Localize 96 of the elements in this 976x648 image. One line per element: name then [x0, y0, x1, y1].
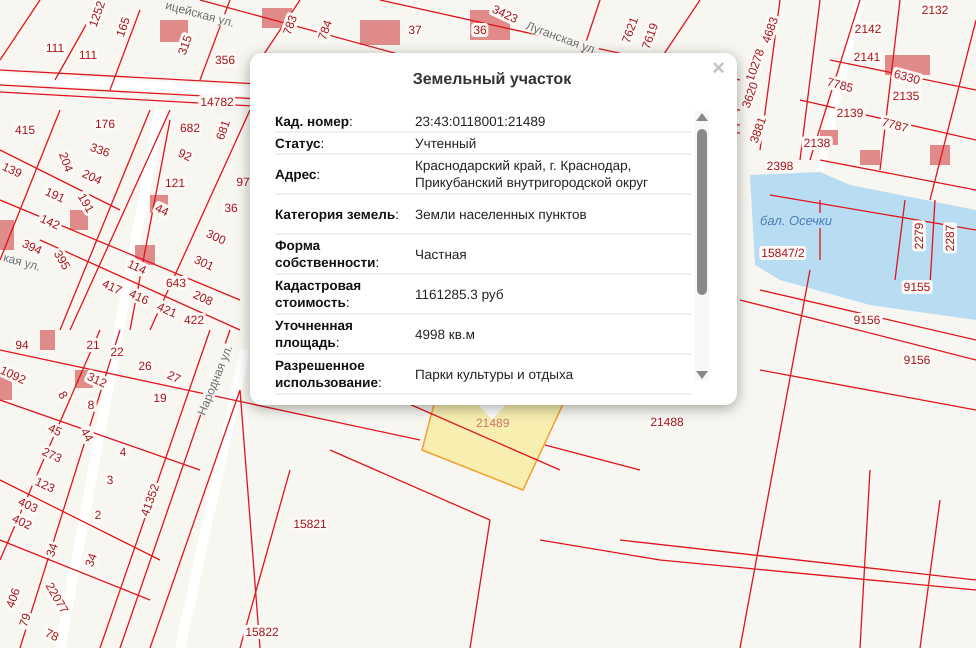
parcel-number: 681: [212, 116, 234, 144]
parcel-number: 21: [84, 338, 102, 352]
parcel-number: 9156: [852, 313, 882, 327]
parcel-number: 142: [36, 210, 64, 234]
parcel-number: 204: [55, 148, 77, 176]
parcel-number: 784: [314, 16, 336, 44]
field-value: Земли населенных пунктов: [415, 206, 588, 222]
parcel-number: 34: [42, 539, 62, 561]
close-button[interactable]: ×: [708, 55, 729, 81]
scrollbar[interactable]: [695, 111, 709, 381]
scroll-down-icon[interactable]: [696, 371, 708, 379]
parcel-number: 406: [2, 584, 24, 612]
parcel-number: 273: [38, 444, 66, 466]
parcel-number: 123: [31, 474, 59, 496]
field-value: 1161285.3 руб: [415, 286, 505, 302]
field-value: 4998 кв.м: [415, 326, 476, 342]
parcel-number: 36: [222, 201, 240, 215]
field-label: Форма собственности:: [275, 237, 380, 271]
parcel-number: 121: [162, 176, 188, 190]
parcel-number: 27: [163, 367, 185, 387]
parcel-number: 2139: [834, 106, 866, 120]
parcel-number: 92: [174, 145, 196, 165]
parcel-number: 111: [76, 48, 100, 62]
parcel-number: 3881: [746, 113, 770, 147]
parcel-number: 15822: [243, 625, 281, 639]
scrollbar-thumb[interactable]: [697, 129, 708, 295]
parcel-number: 165: [112, 13, 134, 41]
parcel-number: 2287: [943, 222, 957, 254]
parcel-number: 14782: [198, 95, 236, 109]
parcel-number: 2141: [852, 50, 882, 64]
scroll-up-icon[interactable]: [696, 113, 708, 121]
parcel-number: 336: [86, 139, 114, 161]
parcel-number: 4: [118, 445, 128, 459]
field-label: Статус:: [275, 134, 326, 152]
field-value: Парки культуры и отдыха: [415, 366, 574, 382]
parcel-number: 8: [54, 386, 72, 404]
parcel-number: 2398: [764, 159, 796, 173]
parcel-number: 139: [0, 158, 26, 182]
parcel-number: 34: [81, 549, 101, 571]
field-label: Категория земель:: [275, 206, 400, 222]
parcel-number: 3: [104, 473, 116, 487]
parcel-number: 208: [189, 286, 217, 310]
parcel-number: 682: [178, 121, 202, 135]
field-value: Краснодарский край, г. Краснодар, Прикубанский внутригородской округ: [415, 157, 649, 191]
parcel-number: 204: [78, 166, 106, 188]
field-label: Адрес:: [275, 166, 322, 182]
pond-label: бал. Осечки: [758, 213, 834, 228]
parcel-number: 22: [108, 345, 126, 359]
parcel-number: 9155: [902, 280, 932, 294]
parcel-number: 37: [406, 23, 424, 37]
field-label: Разрешенное использование:: [275, 357, 383, 391]
parcel-number: 7785: [823, 74, 857, 96]
parcel-number: 111: [44, 41, 66, 55]
field-value: Учтенный: [415, 134, 478, 152]
parcel-number: 395: [50, 246, 74, 274]
parcel-number: 2132: [920, 3, 950, 17]
parcel-number: 79: [15, 609, 35, 631]
parcel-number: 15821: [291, 517, 329, 531]
parcel-number: 421: [153, 298, 181, 322]
field-label: Уточненная площадь:: [275, 317, 354, 351]
selected-parcel-number: 21489: [476, 416, 510, 430]
parcel-number: 26: [136, 359, 154, 373]
parcel-number: 7787: [878, 114, 912, 136]
parcel-number: 4683: [758, 13, 782, 47]
parcel-number: 36: [471, 23, 489, 37]
parcel-number: 8: [86, 398, 96, 412]
parcel-number: 19: [151, 391, 169, 405]
parcel-number: 415: [12, 123, 38, 137]
parcel-number: 301: [190, 252, 218, 274]
parcel-number: 191: [41, 184, 69, 206]
parcel-number: 94: [13, 338, 31, 352]
parcel-number: 7619: [638, 19, 662, 53]
field-value: Частная: [415, 246, 468, 262]
parcel-number: 356: [212, 53, 238, 67]
parcel-number: 15847/2: [759, 246, 807, 260]
field-label: Кад. номер:: [275, 112, 354, 130]
parcel-number: 417: [98, 276, 126, 298]
parcel-number: 21488: [648, 415, 686, 429]
parcel-number: 643: [164, 276, 188, 290]
parcel-number: 2138: [802, 136, 832, 150]
field-label: Кадастровая стоимость:: [275, 277, 362, 311]
parcel-number: 9156: [902, 353, 932, 367]
field-value: 23:43:0118001:21489: [415, 112, 546, 130]
parcel-number: 422: [182, 313, 206, 327]
parcel-number: 45: [44, 420, 66, 440]
parcel-number: 7621: [618, 13, 642, 47]
parcel-number: 394: [18, 236, 46, 258]
parcel-number: 176: [92, 117, 118, 131]
parcel-number: 2279: [912, 220, 926, 252]
parcel-number: 2135: [890, 89, 922, 103]
parcel-number: 1252: [85, 0, 109, 31]
popup-title: Земельный участок: [412, 71, 572, 89]
parcel-number: 2142: [852, 22, 884, 36]
parcel-number: 41352: [137, 480, 163, 520]
parcel-number: 300: [202, 226, 230, 248]
parcel-number: 2: [92, 508, 104, 522]
